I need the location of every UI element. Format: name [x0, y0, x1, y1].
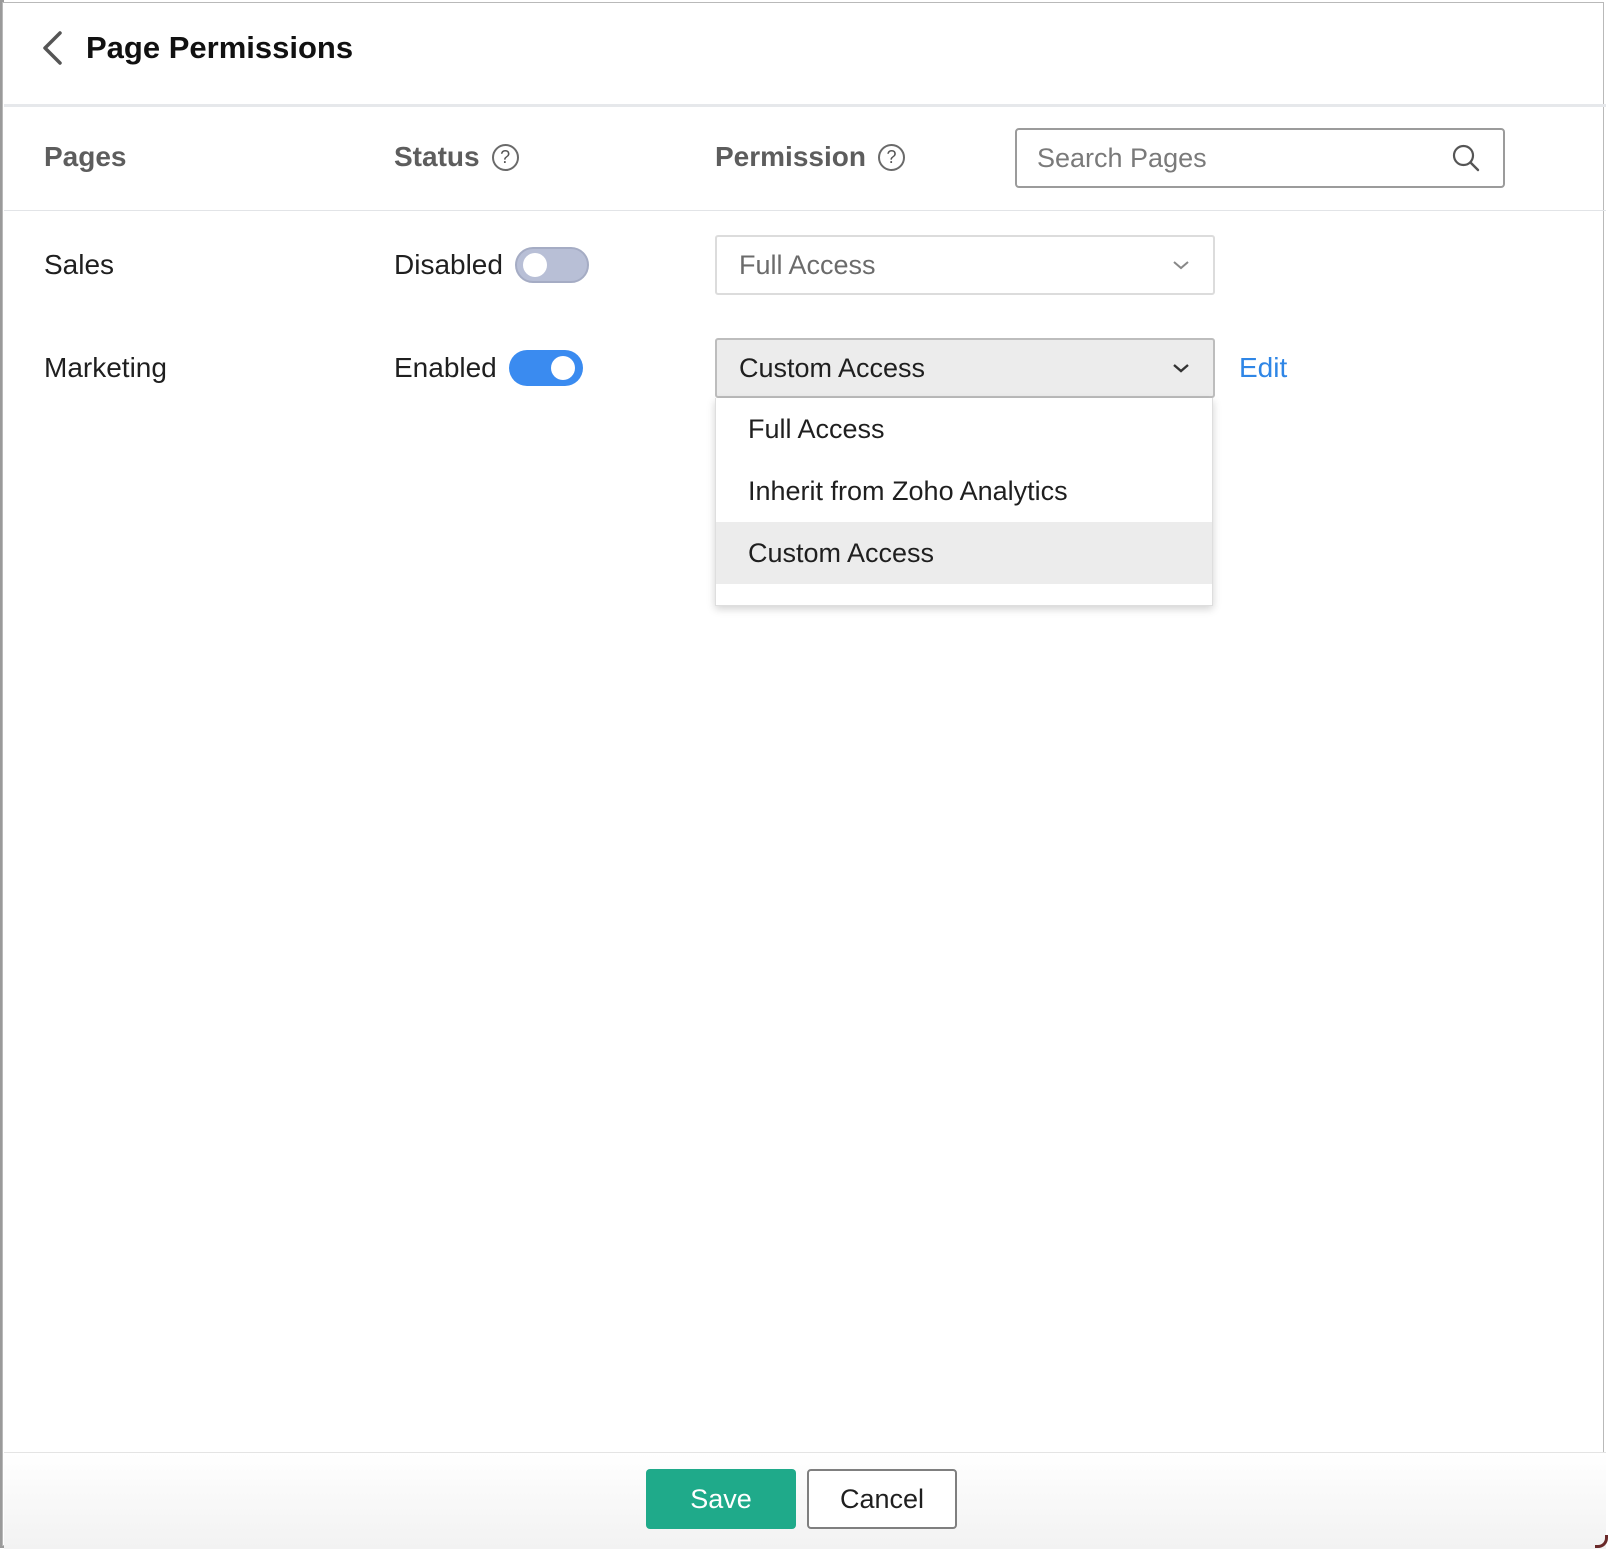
search-input[interactable]	[1017, 130, 1451, 186]
table-row: Marketing Enabled Custom Access Edit	[4, 338, 1606, 398]
column-header-status-label: Status	[394, 141, 480, 173]
permission-dropdown-menu: Full Access Inherit from Zoho Analytics …	[715, 398, 1213, 606]
column-header-pages-label: Pages	[44, 141, 127, 173]
dropdown-option-inherit[interactable]: Inherit from Zoho Analytics	[716, 460, 1212, 522]
save-button[interactable]: Save	[646, 1469, 796, 1529]
column-header-permission: Permission ?	[715, 141, 905, 173]
page-title: Page Permissions	[86, 30, 353, 66]
column-header-status: Status ?	[394, 141, 519, 173]
page-name: Sales	[44, 249, 114, 281]
permission-help-icon[interactable]: ?	[878, 144, 905, 171]
status-label: Disabled	[394, 249, 503, 281]
permission-select-marketing[interactable]: Custom Access	[715, 338, 1215, 398]
status-label: Enabled	[394, 352, 497, 384]
chevron-down-icon	[1171, 255, 1191, 275]
edit-link[interactable]: Edit	[1239, 352, 1287, 384]
window-corner	[1595, 1535, 1608, 1548]
dialog-footer: Save Cancel	[4, 1452, 1606, 1549]
toggle-knob	[523, 253, 547, 277]
search-icon[interactable]	[1451, 143, 1481, 173]
cancel-button[interactable]: Cancel	[807, 1469, 957, 1529]
toggle-knob	[551, 356, 575, 380]
chevron-down-icon	[1171, 358, 1191, 378]
status-help-icon[interactable]: ?	[492, 144, 519, 171]
page-permissions-dialog	[2, 2, 1604, 1546]
column-header-pages: Pages	[44, 141, 127, 173]
table-row: Sales Disabled Full Access	[4, 235, 1606, 295]
dropdown-option-full-access[interactable]: Full Access	[716, 398, 1212, 460]
dropdown-padding	[716, 584, 1212, 594]
column-header-row: Pages Status ? Permission ?	[4, 106, 1606, 211]
permission-select-value: Full Access	[739, 250, 876, 281]
status-toggle-sales[interactable]	[515, 247, 589, 283]
back-arrow-icon[interactable]	[40, 30, 64, 66]
dialog-header: Page Permissions	[4, 0, 1606, 107]
page-name: Marketing	[44, 352, 167, 384]
search-box	[1015, 128, 1505, 188]
permission-select-sales[interactable]: Full Access	[715, 235, 1215, 295]
status-cell: Disabled	[394, 247, 589, 283]
status-toggle-marketing[interactable]	[509, 350, 583, 386]
permission-select-value: Custom Access	[739, 353, 925, 384]
status-cell: Enabled	[394, 350, 583, 386]
dropdown-option-custom-access[interactable]: Custom Access	[716, 522, 1212, 584]
column-header-permission-label: Permission	[715, 141, 866, 173]
